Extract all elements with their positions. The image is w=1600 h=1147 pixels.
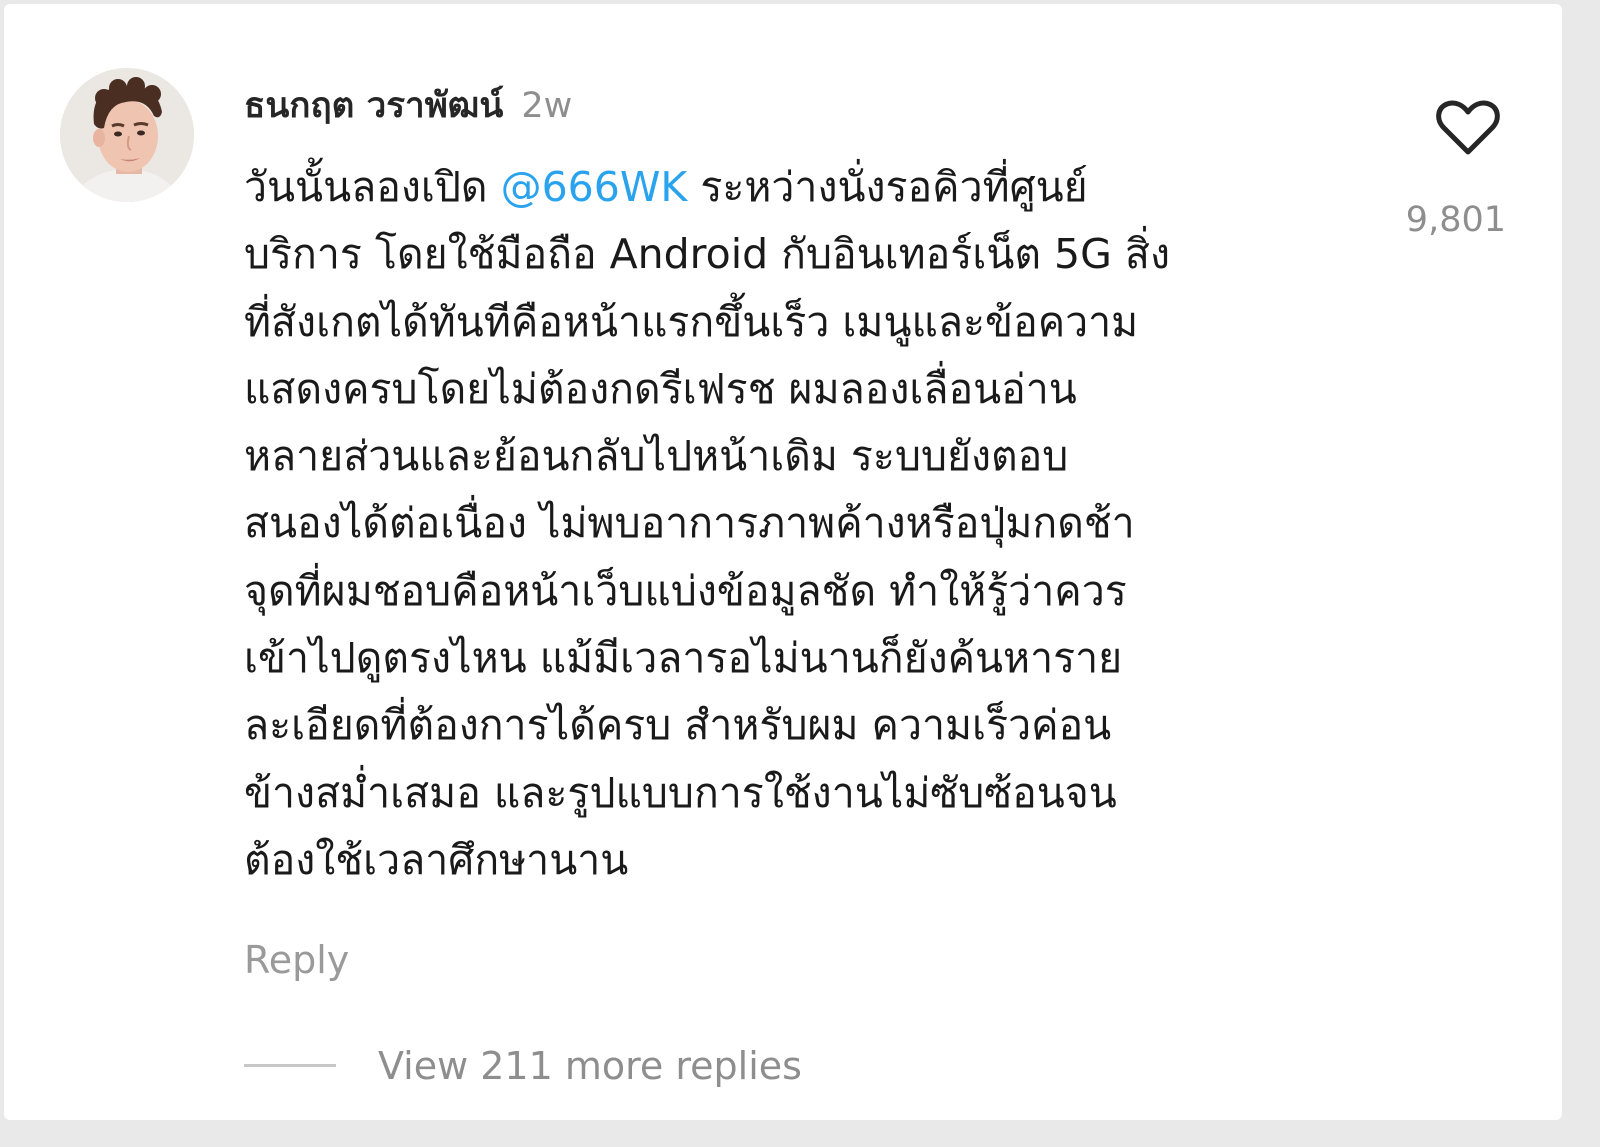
comment-line: บริการ โดยใช้มือถือ Android กับอินเทอร์เ… (244, 230, 1170, 279)
comment-line: ข้างสม่ำเสมอ และรูปแบบการใช้งานไม่ซับซ้อ… (244, 768, 1117, 817)
reply-button[interactable]: Reply (244, 938, 349, 982)
comment-line: แสดงครบโดยไม่ต้องกดรีเฟรช ผมลองเลื่อนอ่า… (244, 364, 1077, 413)
replies-divider (244, 1064, 336, 1067)
comment-text: วันนั้นลองเปิด @666WK ระหว่างนั่งรอคิวที… (244, 154, 1354, 894)
view-more-replies-button[interactable]: View 211 more replies (378, 1044, 802, 1088)
comment-line-1-start: วันนั้นลองเปิด (244, 163, 488, 211)
avatar-image (60, 68, 194, 202)
heart-outline-icon (1436, 100, 1500, 155)
comment-line: ต้องใช้เวลาศึกษานาน (244, 835, 629, 884)
comment-line: สนองได้ต่อเนื่อง ไม่พบอาการภาพค้างหรือปุ… (244, 499, 1135, 548)
like-count: 9,801 (1405, 200, 1506, 240)
comment-line: ที่สังเกตได้ทันทีคือหน้าแรกขึ้นเร็ว เมนู… (244, 297, 1139, 346)
comment-header: ธนกฤต วราพัฒน์ 2w (244, 78, 572, 128)
like-button[interactable] (1436, 100, 1500, 156)
timestamp: 2w (521, 86, 573, 126)
comment-card: ธนกฤต วราพัฒน์ 2w วันนั้นลองเปิด @666WK … (4, 4, 1562, 1120)
comment-line: หลายส่วนและย้อนกลับไปหน้าเดิม ระบบยังตอบ (244, 432, 1069, 481)
mention-link[interactable]: @666WK (501, 163, 688, 211)
comment-line: เข้าไปดูตรงไหน แม้มีเวลารอไม่นานก็ยังค้น… (244, 634, 1123, 683)
comment-line: จุดที่ผมชอบคือหน้าเว็บแบ่งข้อมูลชัด ทำให… (244, 566, 1127, 615)
comment-line-1-end: ระหว่างนั่งรอคิวที่ศูนย์ (700, 163, 1088, 211)
comment-line: ละเอียดที่ต้องการได้ครบ สำหรับผม ความเร็… (244, 701, 1112, 750)
comment-line: วันนั้นลองเปิด @666WK ระหว่างนั่งรอคิวที… (244, 154, 1354, 221)
username[interactable]: ธนกฤต วราพัฒน์ (244, 78, 503, 133)
avatar[interactable] (60, 68, 194, 202)
